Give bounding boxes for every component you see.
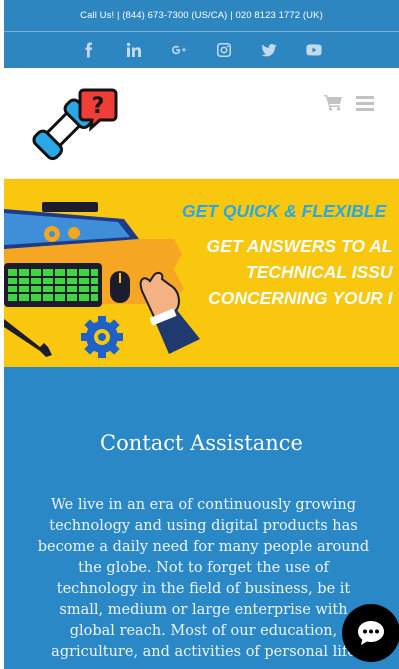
facebook-icon[interactable] <box>80 41 98 59</box>
social-links <box>4 32 399 68</box>
call-us-bar: Call Us! | (844) 673-7300 (US/CA) | 020 … <box>4 0 399 32</box>
cart-icon[interactable] <box>323 93 343 113</box>
top-bar: Call Us! | (844) 673-7300 (US/CA) | 020 … <box>4 0 399 68</box>
hero-banner: GET QUICK & FLEXIBLE GET ANSWERS TO AL T… <box>4 179 399 367</box>
page: Call Us! | (844) 673-7300 (US/CA) | 020 … <box>4 0 399 669</box>
site-header: ? <box>4 68 399 179</box>
section-title: Contact Assistance <box>100 431 303 455</box>
banner-subheadline: GET ANSWERS TO AL TECHNICAL ISSU CONCERN… <box>200 233 393 311</box>
svg-text:?: ? <box>92 94 105 119</box>
twitter-icon[interactable] <box>260 41 278 59</box>
banner-line: CONCERNING YOUR I <box>208 288 393 308</box>
youtube-icon[interactable] <box>305 41 323 59</box>
menu-icon[interactable] <box>355 93 375 113</box>
contact-assistance-section: Contact Assistance We live in an era of … <box>4 367 399 669</box>
header-icons <box>323 93 375 113</box>
google-plus-icon[interactable] <box>170 41 188 59</box>
linkedin-icon[interactable] <box>125 41 143 59</box>
instagram-icon[interactable] <box>215 41 233 59</box>
chat-bubble-icon <box>358 621 384 645</box>
site-logo[interactable]: ? <box>28 86 120 162</box>
banner-headline: GET QUICK & FLEXIBLE <box>182 201 387 221</box>
banner-line: TECHNICAL ISSU <box>246 262 393 282</box>
chat-button[interactable] <box>342 604 399 662</box>
section-body: We live in an era of continuously growin… <box>37 497 370 660</box>
call-us-text[interactable]: Call Us! | (844) 673-7300 (US/CA) | 020 … <box>80 10 323 21</box>
banner-line: GET ANSWERS TO AL <box>206 236 393 256</box>
